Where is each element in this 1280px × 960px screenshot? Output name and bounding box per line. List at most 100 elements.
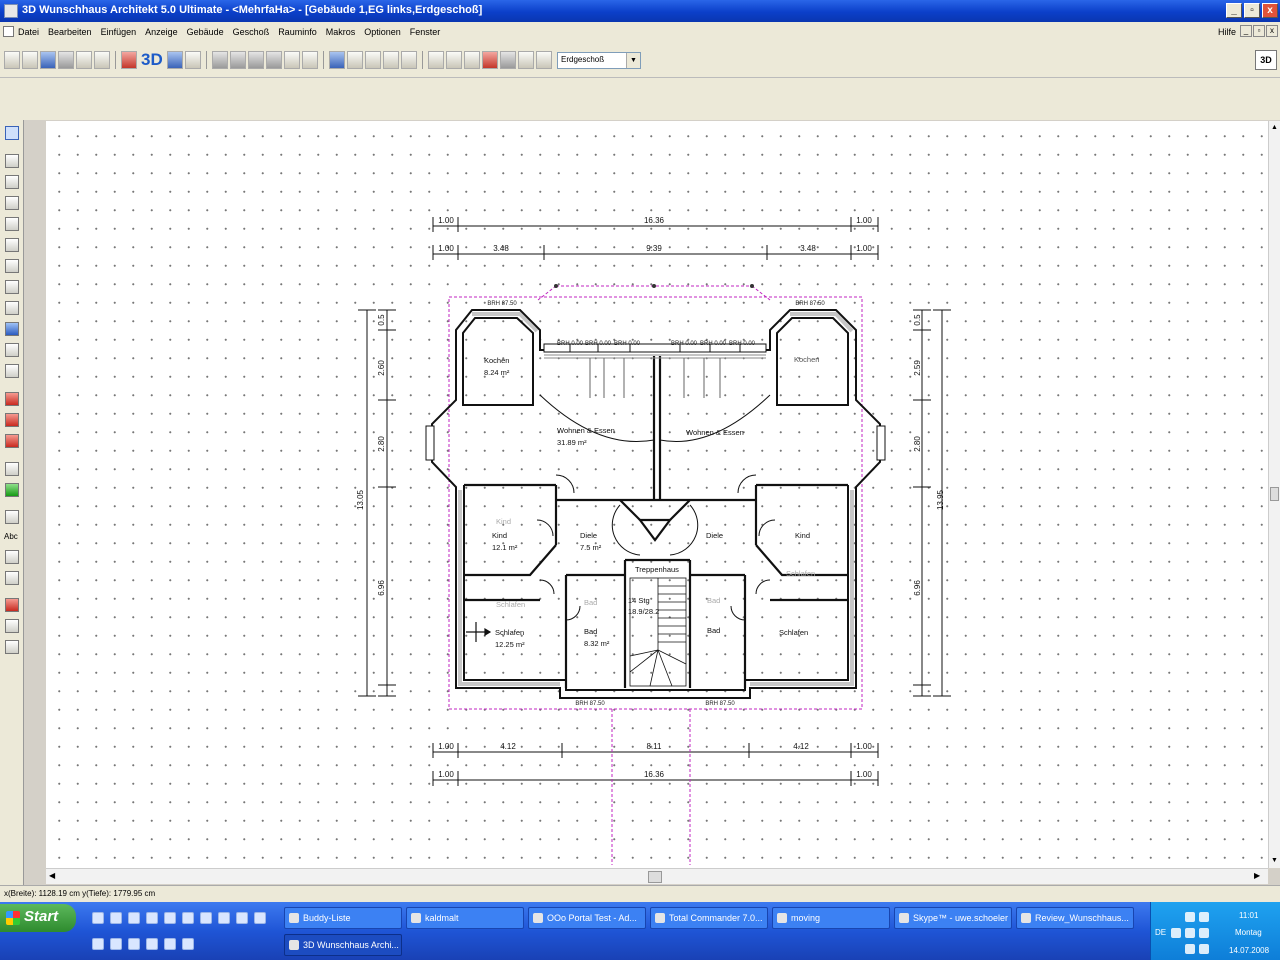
roof-tool-icon[interactable] — [5, 322, 19, 336]
3d-view-button[interactable]: 3D — [141, 50, 163, 70]
chevron-down-icon[interactable]: ▼ — [626, 53, 640, 68]
text-tool-icon[interactable]: Abc — [4, 532, 18, 541]
maximize-button[interactable]: ▫ — [1244, 3, 1260, 18]
clock-time[interactable]: 11:01 — [1239, 911, 1258, 920]
print-icon[interactable] — [58, 51, 74, 69]
quicklaunch-icon[interactable] — [164, 938, 176, 950]
pointer-icon[interactable] — [328, 51, 345, 69]
tray-icon[interactable] — [1185, 928, 1195, 938]
tray-icon[interactable] — [1199, 944, 1209, 954]
quicklaunch-icon[interactable] — [110, 938, 122, 950]
zoom-out-icon[interactable] — [301, 51, 318, 69]
menu-datei[interactable]: Datei — [18, 27, 39, 37]
window-tool-icon[interactable] — [382, 51, 399, 69]
quicklaunch-icon[interactable] — [182, 912, 194, 924]
sphere-icon[interactable] — [499, 51, 516, 69]
drawing-canvas[interactable] — [46, 121, 1268, 868]
floor-select[interactable]: Erdgeschoß ▼ — [557, 52, 641, 69]
quicklaunch-icon[interactable] — [146, 938, 158, 950]
task-kaldmalt[interactable]: kaldmalt — [406, 907, 524, 929]
scroll-right-icon[interactable]: ▶ — [1254, 871, 1260, 880]
menu-optionen[interactable]: Optionen — [364, 27, 401, 37]
quicklaunch-icon[interactable] — [146, 912, 158, 924]
vertical-scrollbar[interactable]: ▲ ▼ — [1268, 121, 1280, 868]
tray-icon[interactable] — [1185, 912, 1195, 922]
task-moving[interactable]: moving — [772, 907, 890, 929]
language-indicator[interactable]: DE — [1155, 928, 1166, 937]
scroll-up-icon[interactable]: ▲ — [1270, 123, 1279, 132]
close-button[interactable]: x — [1262, 3, 1278, 18]
floor-plan-icon[interactable] — [463, 51, 480, 69]
hand-tool-icon[interactable] — [5, 619, 19, 633]
paint-icon[interactable] — [481, 51, 498, 69]
redo-icon[interactable] — [247, 51, 264, 69]
dimension-tool-icon[interactable] — [5, 550, 19, 564]
wall-tool-icon[interactable] — [5, 154, 19, 168]
quicklaunch-icon[interactable] — [92, 912, 104, 924]
menu-makros[interactable]: Makros — [326, 27, 356, 37]
measure-icon[interactable] — [517, 51, 534, 69]
tray-icon[interactable] — [1171, 928, 1181, 938]
select-arrow-icon[interactable] — [5, 126, 19, 140]
minimize-button[interactable]: _ — [1226, 3, 1242, 18]
menu-hilfe[interactable]: Hilfe — [1218, 27, 1236, 37]
plant-tool-icon[interactable] — [5, 483, 19, 497]
quicklaunch-icon[interactable] — [200, 912, 212, 924]
menu-rauminfo[interactable]: Rauminfo — [278, 27, 317, 37]
wall-icon[interactable] — [364, 51, 381, 69]
beam-tool-icon[interactable] — [5, 364, 19, 378]
redo-dropdown-icon[interactable] — [265, 51, 282, 69]
save-icon[interactable] — [40, 51, 56, 69]
door-tool-icon[interactable] — [5, 196, 19, 210]
quicklaunch-icon[interactable] — [182, 938, 194, 950]
horizontal-scroll-thumb[interactable] — [648, 871, 662, 883]
stairs-icon[interactable] — [346, 51, 363, 69]
task-total-commander[interactable]: Total Commander 7.0... — [650, 907, 768, 929]
quicklaunch-icon[interactable] — [128, 912, 140, 924]
undo-icon[interactable] — [211, 51, 228, 69]
open-folder-icon[interactable] — [22, 51, 38, 69]
tray-icon[interactable] — [1199, 928, 1209, 938]
auto-dimension-icon[interactable] — [5, 571, 19, 585]
section-icon[interactable] — [535, 51, 552, 69]
task-skype[interactable]: Skype™ - uwe.schoeler — [894, 907, 1012, 929]
scroll-down-icon[interactable]: ▼ — [1270, 856, 1279, 865]
menu-bearbeiten[interactable]: Bearbeiten — [48, 27, 92, 37]
horizontal-scrollbar[interactable]: ◀ ▶ — [46, 868, 1268, 884]
quicklaunch-icon[interactable] — [236, 912, 248, 924]
column-tool-icon[interactable] — [5, 343, 19, 357]
room-tool-icon[interactable] — [5, 280, 19, 294]
menu-anzeige[interactable]: Anzeige — [145, 27, 178, 37]
opening-tool-icon[interactable] — [5, 301, 19, 315]
mdi-restore-button[interactable]: ▫ — [1253, 25, 1265, 37]
round-wall-icon[interactable] — [5, 175, 19, 189]
terrain-tool-icon[interactable] — [5, 462, 19, 476]
menu-gebaeude[interactable]: Gebäude — [187, 27, 224, 37]
task-review-wunschhaus[interactable]: Review_Wunschhaus... — [1016, 907, 1134, 929]
layers-icon[interactable] — [427, 51, 444, 69]
quicklaunch-icon[interactable] — [218, 912, 230, 924]
window-tool-icon[interactable] — [5, 217, 19, 231]
quicklaunch-icon[interactable] — [254, 912, 266, 924]
scroll-left-icon[interactable]: ◀ — [49, 871, 55, 880]
start-button[interactable]: Start — [0, 904, 76, 932]
tray-icon[interactable] — [1199, 912, 1209, 922]
house-icon[interactable] — [166, 51, 183, 69]
menu-fenster[interactable]: Fenster — [410, 27, 441, 37]
wizard-icon[interactable] — [121, 51, 137, 69]
task-buddy-liste[interactable]: Buddy-Liste — [284, 907, 402, 929]
task-ooo-portal[interactable]: OOo Portal Test - Ad... — [528, 907, 646, 929]
document-icon[interactable] — [3, 26, 14, 37]
catalog-icon[interactable] — [94, 51, 110, 69]
zoom-in-icon[interactable] — [283, 51, 300, 69]
quicklaunch-icon[interactable] — [92, 938, 104, 950]
menu-geschoss[interactable]: Geschoß — [233, 27, 270, 37]
section-line-icon[interactable] — [5, 598, 19, 612]
mdi-close-button[interactable]: x — [1266, 25, 1278, 37]
symbol-tool-icon[interactable] — [5, 434, 19, 448]
3d-window-button[interactable]: 3D — [1255, 50, 1277, 70]
texture-tool-icon[interactable] — [5, 413, 19, 427]
quicklaunch-icon[interactable] — [128, 938, 140, 950]
furniture-tool-icon[interactable] — [5, 392, 19, 406]
quicklaunch-icon[interactable] — [164, 912, 176, 924]
